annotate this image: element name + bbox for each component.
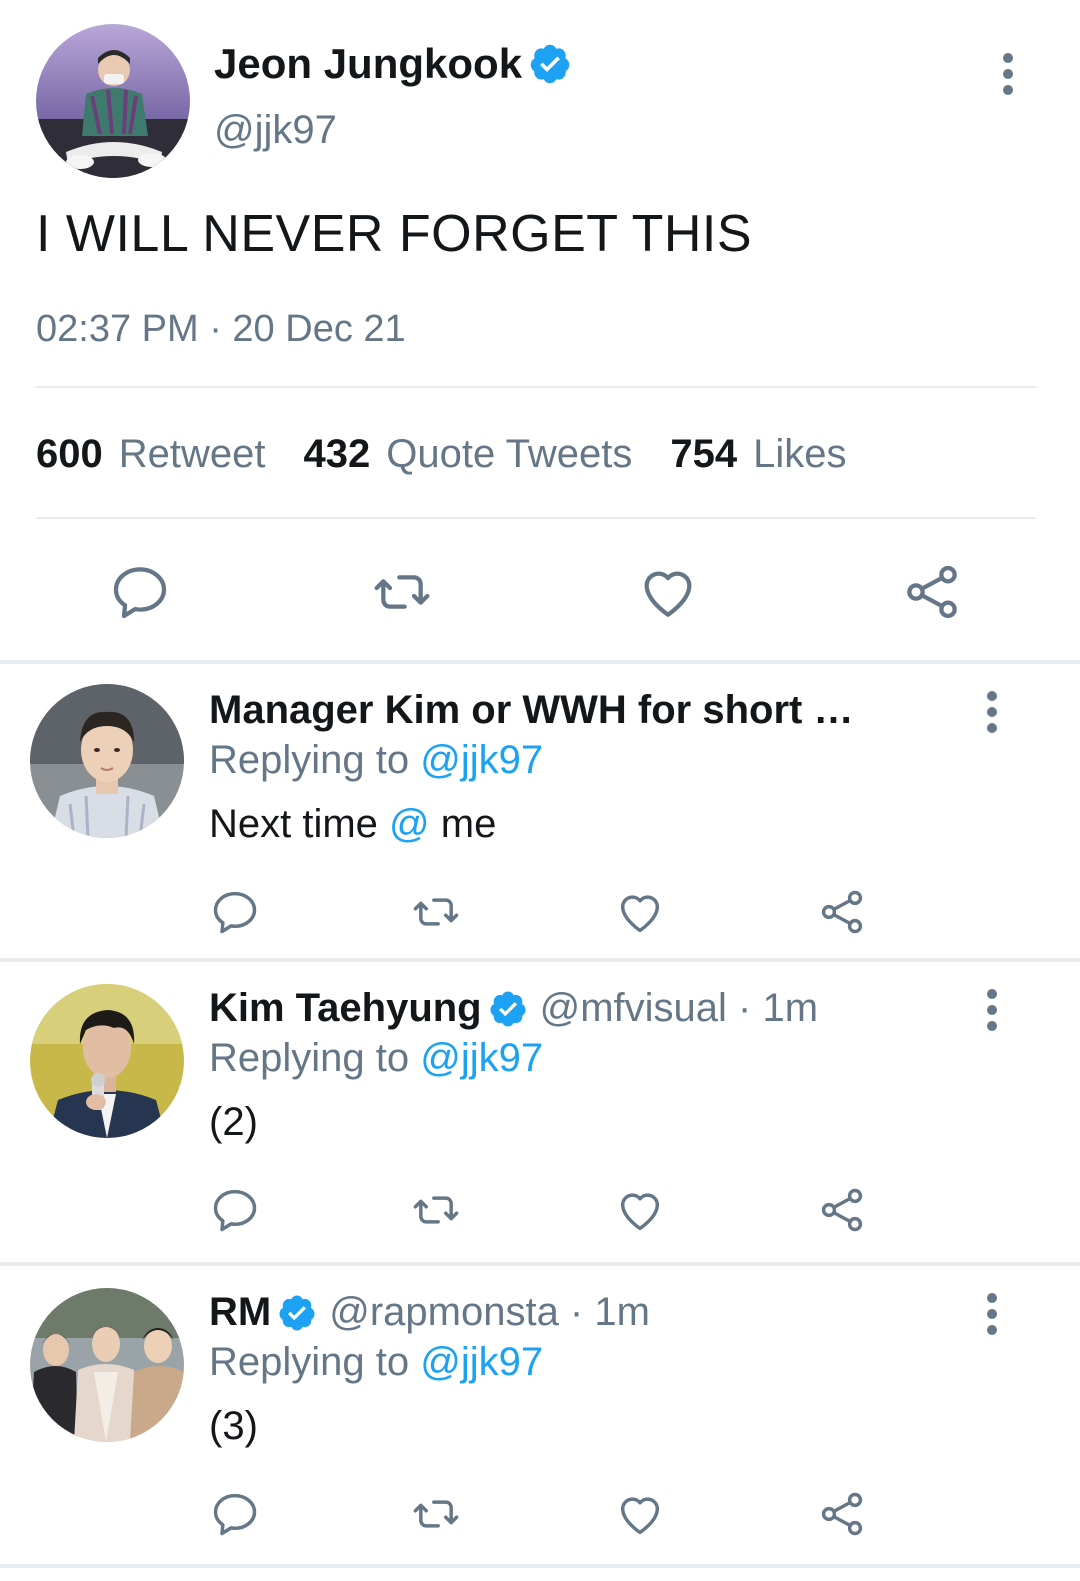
share-icon[interactable] bbox=[816, 1184, 868, 1236]
tweet-text: I WILL NEVER FORGET THIS bbox=[36, 205, 753, 263]
verified-badge-icon bbox=[277, 1293, 317, 1333]
verified-badge-icon bbox=[528, 42, 572, 86]
reply-icon[interactable] bbox=[108, 560, 172, 624]
reply-tweet[interactable]: Manager Kim or WWH for short … Replying … bbox=[0, 664, 1080, 964]
quote-count-link[interactable]: 432 Quote Tweets bbox=[304, 432, 633, 477]
more-vertical-icon[interactable] bbox=[980, 690, 1004, 734]
share-icon[interactable] bbox=[816, 1488, 868, 1540]
reply-handle-meta[interactable]: @mfvisual · 1m bbox=[540, 986, 818, 1031]
author-name[interactable]: Jeon Jungkook bbox=[214, 40, 572, 88]
replying-to-handle[interactable]: @jjk97 bbox=[420, 1340, 543, 1384]
reply-text-part: me bbox=[429, 802, 497, 846]
share-icon[interactable] bbox=[816, 886, 868, 938]
retweet-count: 600 bbox=[36, 432, 103, 476]
likes-count-link[interactable]: 754 Likes bbox=[670, 432, 846, 477]
tweet-timestamp[interactable]: 02:37 PM · 20 Dec 21 bbox=[36, 308, 406, 351]
replying-to: Replying to @jjk97 bbox=[209, 1036, 543, 1081]
retweet-icon[interactable] bbox=[410, 886, 462, 938]
reply-mention[interactable]: @ bbox=[389, 802, 430, 846]
retweet-count-link[interactable]: 600 Retweet bbox=[36, 432, 266, 477]
share-icon[interactable] bbox=[900, 560, 964, 624]
reply-header: Kim Taehyung @mfvisual · 1m bbox=[209, 986, 818, 1031]
reply-text: Next time @ me bbox=[209, 802, 496, 847]
replying-to-label: Replying to bbox=[209, 738, 421, 782]
reply-handle-meta[interactable]: @rapmonsta · 1m bbox=[329, 1290, 650, 1335]
reply-avatar[interactable] bbox=[30, 684, 184, 838]
author-avatar[interactable] bbox=[36, 24, 190, 178]
reply-icon[interactable] bbox=[209, 1488, 261, 1540]
retweet-icon[interactable] bbox=[370, 560, 434, 624]
like-icon[interactable] bbox=[614, 1184, 666, 1236]
tweet-stats: 600 Retweet 432 Quote Tweets 754 Likes bbox=[36, 432, 884, 477]
quote-count: 432 bbox=[303, 432, 371, 476]
reply-header: RM @rapmonsta · 1m bbox=[209, 1290, 650, 1335]
reply-author-name[interactable]: Kim Taehyung bbox=[209, 986, 482, 1031]
reply-text: (3) bbox=[209, 1404, 258, 1448]
reply-text: (2) bbox=[209, 1100, 258, 1144]
reply-icon[interactable] bbox=[209, 1184, 261, 1236]
divider bbox=[36, 386, 1036, 388]
like-icon[interactable] bbox=[636, 560, 700, 624]
author-name-text[interactable]: Jeon Jungkook bbox=[214, 40, 522, 88]
retweet-icon[interactable] bbox=[410, 1184, 462, 1236]
section-separator bbox=[0, 1564, 1080, 1568]
reply-tweet[interactable]: RM @rapmonsta · 1m Replying to @jjk97 (3… bbox=[0, 1266, 1080, 1566]
quote-label: Quote Tweets bbox=[386, 432, 633, 476]
verified-badge-icon bbox=[488, 989, 528, 1029]
replying-to: Replying to @jjk97 bbox=[209, 1340, 543, 1385]
replying-to: Replying to @jjk97 bbox=[209, 738, 543, 783]
more-vertical-icon[interactable] bbox=[980, 988, 1004, 1032]
more-vertical-icon[interactable] bbox=[980, 1292, 1004, 1336]
replying-to-label: Replying to bbox=[209, 1036, 421, 1080]
reply-tweet[interactable]: Kim Taehyung @mfvisual · 1m Replying to … bbox=[0, 962, 1080, 1262]
author-handle[interactable]: @jjk97 bbox=[214, 108, 337, 153]
likes-label: Likes bbox=[753, 432, 847, 476]
reply-text-part: Next time bbox=[209, 802, 390, 846]
replying-to-label: Replying to bbox=[209, 1340, 421, 1384]
retweet-label: Retweet bbox=[118, 432, 266, 476]
like-icon[interactable] bbox=[614, 886, 666, 938]
reply-avatar[interactable] bbox=[30, 984, 184, 1138]
likes-count: 754 bbox=[670, 432, 738, 476]
reply-author-name[interactable]: Manager Kim or WWH for short … bbox=[209, 688, 853, 733]
reply-icon[interactable] bbox=[209, 886, 261, 938]
reply-avatar[interactable] bbox=[30, 1288, 184, 1442]
divider bbox=[36, 517, 1036, 519]
replying-to-handle[interactable]: @jjk97 bbox=[420, 738, 543, 782]
like-icon[interactable] bbox=[614, 1488, 666, 1540]
retweet-icon[interactable] bbox=[410, 1488, 462, 1540]
more-vertical-icon[interactable] bbox=[996, 52, 1020, 96]
reply-author-name[interactable]: RM bbox=[209, 1290, 271, 1335]
reply-header: Manager Kim or WWH for short … bbox=[209, 688, 853, 733]
replying-to-handle[interactable]: @jjk97 bbox=[420, 1036, 543, 1080]
